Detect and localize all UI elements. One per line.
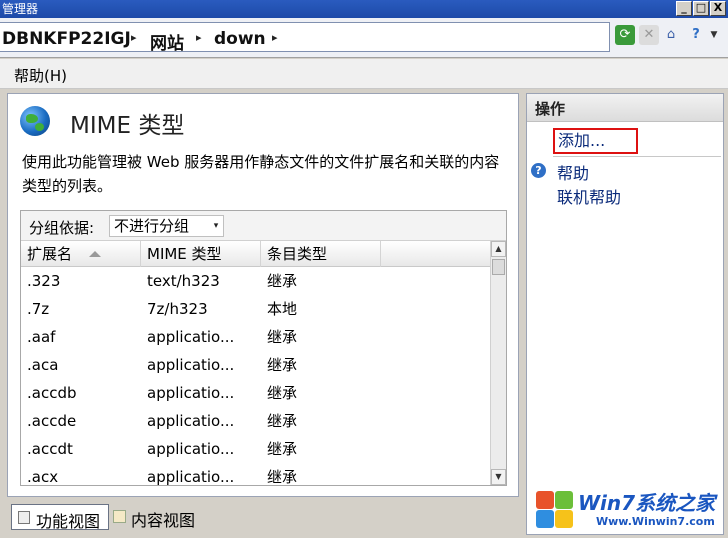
vertical-scrollbar[interactable]: ▲ ▼ — [490, 241, 506, 485]
cell-mime-type: applicatio... — [147, 468, 235, 486]
feature-description: 使用此功能管理被 Web 服务器用作静态文件的文件扩展名和关联的内容类型的列表。 — [22, 153, 500, 195]
features-view-icon — [18, 511, 30, 524]
watermark: Win7系统之家 Www.Winwin7.com — [530, 485, 724, 533]
column-header-entry-type[interactable]: 条目类型 — [261, 241, 381, 267]
close-button[interactable]: X — [710, 1, 726, 16]
table-row[interactable]: .7z 7z/h323 本地 — [21, 295, 491, 323]
scroll-down-icon[interactable]: ▼ — [491, 469, 506, 485]
cell-mime-type: 7z/h323 — [147, 300, 208, 318]
cell-entry-type: 继承 — [267, 412, 298, 430]
cell-mime-type: applicatio... — [147, 356, 235, 374]
tab-features-view[interactable]: 功能视图 — [11, 504, 109, 531]
view-switcher: 功能视图 内容视图 — [7, 502, 519, 532]
table-row[interactable]: .accdt applicatio... 继承 — [21, 435, 491, 463]
title-bar: 管理器 _ □ X — [0, 0, 728, 18]
cell-mime-type: applicatio... — [147, 412, 235, 430]
breadcrumb-separator[interactable]: ▸ — [196, 31, 202, 44]
cell-entry-type: 继承 — [267, 272, 298, 290]
stop-icon[interactable]: ✕ — [639, 25, 659, 45]
menu-bar: 帮助(H) — [0, 59, 728, 89]
actions-panel: 操作 添加... ? 帮助 联机帮助 — [526, 93, 724, 535]
group-by-select[interactable]: 不进行分组 ▾ — [109, 215, 224, 237]
menu-help[interactable]: 帮助(H) — [14, 65, 67, 86]
grid-rows: .323 text/h323 继承 .7z 7z/h323 本地 .aaf ap… — [21, 267, 491, 486]
breadcrumb-site[interactable]: down — [214, 29, 266, 49]
breadcrumb-separator[interactable]: ▸ — [131, 31, 137, 44]
sort-ascending-icon — [89, 251, 101, 257]
cell-extension: .accde — [27, 412, 77, 430]
cell-mime-type: text/h323 — [147, 272, 220, 290]
cell-entry-type: 继承 — [267, 356, 298, 374]
cell-entry-type: 继承 — [267, 328, 298, 346]
cell-entry-type: 本地 — [267, 300, 298, 318]
cell-mime-type: applicatio... — [147, 384, 235, 402]
feature-panel: MIME 类型 使用此功能管理被 Web 服务器用作静态文件的文件扩展名和关联的… — [7, 93, 519, 497]
add-link[interactable]: 添加... — [553, 128, 638, 154]
table-row[interactable]: .323 text/h323 继承 — [21, 267, 491, 295]
cell-entry-type: 继承 — [267, 384, 298, 402]
breadcrumb-server[interactable]: DBNKFP22IGJ — [2, 29, 131, 49]
address-bar: DBNKFP22IGJ ▸ 网站 ▸ down ▸ ⟳ ✕ ⌂ ? ▼ — [0, 18, 728, 58]
divider — [553, 156, 721, 157]
chevron-down-icon[interactable]: ▾ — [211, 216, 221, 236]
cell-extension: .323 — [27, 272, 61, 290]
chevron-down-icon[interactable]: ▼ — [704, 25, 724, 45]
scroll-thumb[interactable] — [492, 259, 505, 275]
help-link[interactable]: 帮助 — [557, 160, 589, 184]
cell-entry-type: 继承 — [267, 468, 298, 486]
content-view-icon — [113, 510, 126, 523]
tab-features-label: 功能视图 — [36, 512, 101, 531]
table-row[interactable]: .accdb applicatio... 继承 — [21, 379, 491, 407]
column-header-extension[interactable]: 扩展名 — [21, 241, 141, 267]
group-by-label: 分组依据: — [29, 219, 95, 237]
cell-extension: .accdb — [27, 384, 77, 402]
online-help-link[interactable]: 联机帮助 — [557, 184, 621, 208]
table-row[interactable]: .acx applicatio... 继承 — [21, 463, 491, 486]
actions-title: 操作 — [535, 100, 566, 118]
watermark-brand: Win7系统之家 — [578, 491, 716, 515]
help-icon: ? — [531, 163, 546, 178]
maximize-button[interactable]: □ — [693, 1, 709, 16]
cell-extension: .7z — [27, 300, 50, 318]
minimize-button[interactable]: _ — [676, 1, 692, 16]
column-header-mime-type[interactable]: MIME 类型 — [141, 241, 261, 267]
column-header-row: 扩展名 MIME 类型 条目类型 — [21, 241, 491, 267]
cell-extension: .accdt — [27, 440, 73, 458]
cell-mime-type: applicatio... — [147, 440, 235, 458]
actions-header: 操作 — [527, 94, 723, 122]
tab-content-view[interactable]: 内容视图 — [111, 504, 211, 530]
scroll-up-icon[interactable]: ▲ — [491, 241, 506, 257]
column-header-label: 条目类型 — [267, 245, 328, 263]
breadcrumb-separator[interactable]: ▸ — [272, 31, 278, 44]
windows-logo-icon — [534, 489, 574, 529]
watermark-url: Www.Winwin7.com — [596, 515, 715, 528]
tab-content-label: 内容视图 — [131, 511, 196, 530]
cell-mime-type: applicatio... — [147, 328, 235, 346]
cell-extension: .aca — [27, 356, 59, 374]
window-title: 管理器 — [2, 2, 39, 16]
globe-icon — [20, 106, 50, 136]
breadcrumb[interactable]: DBNKFP22IGJ ▸ 网站 ▸ down ▸ — [0, 22, 610, 54]
table-row[interactable]: .accde applicatio... 继承 — [21, 407, 491, 435]
column-header-label: MIME 类型 — [147, 245, 222, 263]
table-row[interactable]: .aaf applicatio... 继承 — [21, 323, 491, 351]
column-header-label: 扩展名 — [27, 245, 73, 263]
cell-extension: .aaf — [27, 328, 56, 346]
cell-extension: .acx — [27, 468, 59, 486]
page-title: MIME 类型 — [70, 113, 185, 139]
group-by-bar: 分组依据: 不进行分组 ▾ — [21, 211, 506, 241]
table-row[interactable]: .aca applicatio... 继承 — [21, 351, 491, 379]
mime-types-grid: 分组依据: 不进行分组 ▾ 扩展名 MIME 类型 条目类型 .323 text… — [20, 210, 507, 486]
breadcrumb-sites[interactable]: 网站 — [150, 29, 184, 54]
group-by-value: 不进行分组 — [114, 217, 190, 235]
help-icon[interactable]: ? — [686, 25, 706, 45]
home-icon[interactable]: ⌂ — [661, 25, 681, 45]
refresh-icon[interactable]: ⟳ — [615, 25, 635, 45]
cell-entry-type: 继承 — [267, 440, 298, 458]
